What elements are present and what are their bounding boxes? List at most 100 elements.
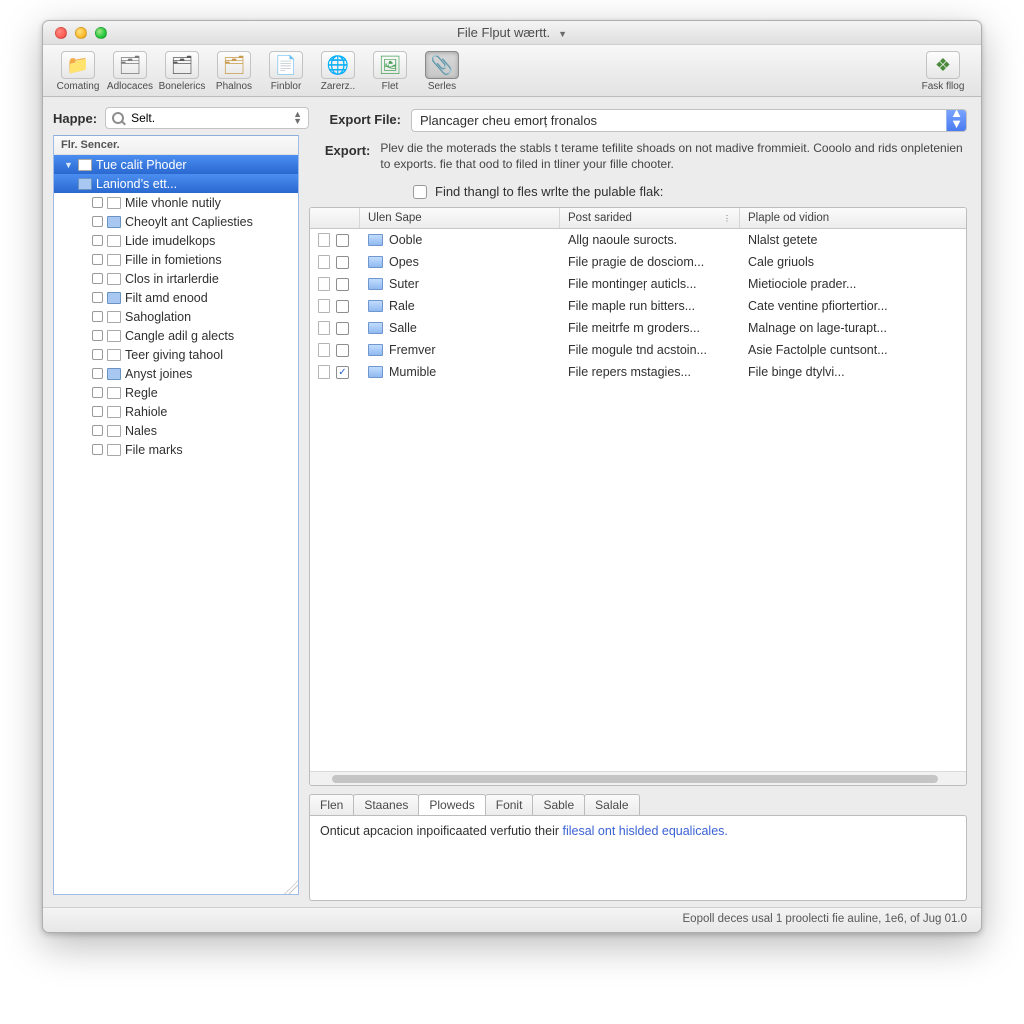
- toolbar-comating[interactable]: 📁Comating: [53, 49, 103, 93]
- tree-item[interactable]: Cangle adil g alects: [54, 326, 298, 345]
- tree-item-label: Filt amd enood: [125, 291, 208, 305]
- export-description: Plev die the moterads the stabls t teram…: [380, 140, 967, 172]
- row-name: Ooble: [389, 233, 422, 247]
- tree-item[interactable]: Cheoylt ant Capliesties: [54, 212, 298, 231]
- source-tree[interactable]: Flr. Sencer. ▼Tue calit PhoderLaniond’s …: [53, 135, 299, 895]
- row-post: File meitrfe m groders...: [560, 321, 740, 335]
- toolbar-label: Serles: [428, 81, 456, 92]
- tree-item[interactable]: Mile vhonle nutily: [54, 193, 298, 212]
- tree-item[interactable]: Filt amd enood: [54, 288, 298, 307]
- window-title: File Flput wærtt.▼: [43, 25, 981, 40]
- tree-checkbox[interactable]: [92, 425, 103, 436]
- tree-checkbox[interactable]: [92, 311, 103, 322]
- tab-ploweds[interactable]: Ploweds: [418, 794, 485, 815]
- zoom-icon[interactable]: [95, 27, 107, 39]
- file-icon: [107, 311, 121, 323]
- detail-panel: Onticut apcacion inpoificaated verfutio …: [309, 815, 967, 901]
- toolbar-serles[interactable]: 📎Serles: [417, 49, 467, 93]
- tree-item[interactable]: Nales: [54, 421, 298, 440]
- disclosure-icon[interactable]: ▼: [64, 160, 74, 170]
- export-file-dropdown[interactable]: Plancager cheu emorț fronalos ▲▼: [411, 109, 967, 132]
- search-field[interactable]: [129, 110, 288, 126]
- tree-checkbox[interactable]: [92, 197, 103, 208]
- table-row[interactable]: FremverFile mogule tnd acstoin...Asie Fa…: [310, 339, 966, 361]
- tree-item[interactable]: Regle: [54, 383, 298, 402]
- tree-checkbox[interactable]: [92, 406, 103, 417]
- toolbar-adlocaces[interactable]: 🗂Adlocaces: [105, 49, 155, 93]
- tree-checkbox[interactable]: [92, 368, 103, 379]
- folder-icon: [368, 300, 383, 312]
- page-icon: [318, 365, 330, 379]
- search-input[interactable]: ▲▼: [105, 107, 309, 129]
- tab-salale[interactable]: Salale: [584, 794, 639, 815]
- row-checkbox[interactable]: [336, 322, 349, 335]
- tree-item[interactable]: Anyst joines: [54, 364, 298, 383]
- folder-icon: [368, 366, 383, 378]
- detail-text: Onticut apcacion inpoificaated verfutio …: [320, 824, 563, 838]
- toolbar-fask-fllog[interactable]: ❖ Fask fllog: [915, 49, 971, 93]
- tree-item[interactable]: Fille in fomietions: [54, 250, 298, 269]
- toolbar-finblor[interactable]: 📄Finblor: [261, 49, 311, 93]
- folder-icon: [107, 216, 121, 228]
- tree-item[interactable]: ▼Tue calit Phoder: [54, 155, 298, 174]
- toolbar-phalnos[interactable]: 🗂Phalnos: [209, 49, 259, 93]
- detail-link[interactable]: filesal ont hislded equalicales.: [563, 824, 728, 838]
- table-row[interactable]: SuterFile montingeŗ auticls...Mietiociol…: [310, 273, 966, 295]
- row-checkbox[interactable]: [336, 278, 349, 291]
- row-checkbox[interactable]: [336, 344, 349, 357]
- minimize-icon[interactable]: [75, 27, 87, 39]
- tree-item[interactable]: Rahiole: [54, 402, 298, 421]
- table-row[interactable]: SalleFile meitrfe m groders...Malnage on…: [310, 317, 966, 339]
- find-checkbox[interactable]: [413, 185, 427, 199]
- tree-item[interactable]: Lide imudelkops: [54, 231, 298, 250]
- title-dropdown-icon[interactable]: ▼: [558, 29, 567, 39]
- tree-item-label: Nales: [125, 424, 157, 438]
- th-plaple[interactable]: Plaple od vidion: [740, 208, 966, 228]
- tree-checkbox[interactable]: [92, 273, 103, 284]
- toolbar-icon: 🗂: [223, 55, 246, 76]
- toolbar-zarerz..[interactable]: 🌐Zarerz..: [313, 49, 363, 93]
- tree-item[interactable]: Teer giving tahool: [54, 345, 298, 364]
- table-row[interactable]: OobleAllg naoule surocts.Nlalst getete: [310, 229, 966, 251]
- row-checkbox[interactable]: [336, 234, 349, 247]
- tree-checkbox[interactable]: [92, 292, 103, 303]
- tree-checkbox[interactable]: [92, 349, 103, 360]
- tree-checkbox[interactable]: [92, 444, 103, 455]
- tab-staanes[interactable]: Staanes: [353, 794, 419, 815]
- resize-grip-icon[interactable]: [284, 880, 298, 894]
- tree-checkbox[interactable]: [92, 235, 103, 246]
- search-stepper[interactable]: ▲▼: [293, 111, 302, 125]
- table-row[interactable]: RaleFile maple run bitters...Cate ventin…: [310, 295, 966, 317]
- th-checkbox[interactable]: [310, 208, 360, 228]
- row-checkbox[interactable]: [336, 300, 349, 313]
- row-plaple: Malnage on lage-turapt...: [740, 321, 966, 335]
- tree-item[interactable]: Sahoglation: [54, 307, 298, 326]
- tree-item[interactable]: File marks: [54, 440, 298, 459]
- folder-icon: [107, 368, 121, 380]
- tree-checkbox[interactable]: [92, 330, 103, 341]
- row-name: Mumible: [389, 365, 436, 379]
- toolbar-flet[interactable]: 🖼Flet: [365, 49, 415, 93]
- row-checkbox[interactable]: [336, 256, 349, 269]
- tree-checkbox[interactable]: [92, 254, 103, 265]
- row-plaple: Cale griuols: [740, 255, 966, 269]
- row-checkbox[interactable]: [336, 366, 349, 379]
- table-row[interactable]: MumibleFile repers mstagies...File binge…: [310, 361, 966, 383]
- close-icon[interactable]: [55, 27, 67, 39]
- tree-item[interactable]: Clos in irtarlerdie: [54, 269, 298, 288]
- tab-flen[interactable]: Flen: [309, 794, 354, 815]
- tab-sable[interactable]: Sable: [532, 794, 585, 815]
- horizontal-scrollbar[interactable]: [310, 771, 966, 785]
- tree-checkbox[interactable]: [92, 216, 103, 227]
- toolbar-bonelerics[interactable]: 🗂Bonelerics: [157, 49, 207, 93]
- tab-fonit[interactable]: Fonit: [485, 794, 534, 815]
- tree-checkbox[interactable]: [92, 387, 103, 398]
- tree-item[interactable]: Laniond’s ett...: [54, 174, 298, 193]
- toolbar-icon: 📁: [67, 55, 89, 76]
- table-row[interactable]: OpesFile pragie de dosciom...Cale griuol…: [310, 251, 966, 273]
- titlebar[interactable]: File Flput wærtt.▼: [43, 21, 981, 45]
- th-post[interactable]: Post sarided⋮: [560, 208, 740, 228]
- row-name: Opes: [389, 255, 419, 269]
- th-name[interactable]: Ulen Sape: [360, 208, 560, 228]
- tree-item-label: Rahiole: [125, 405, 167, 419]
